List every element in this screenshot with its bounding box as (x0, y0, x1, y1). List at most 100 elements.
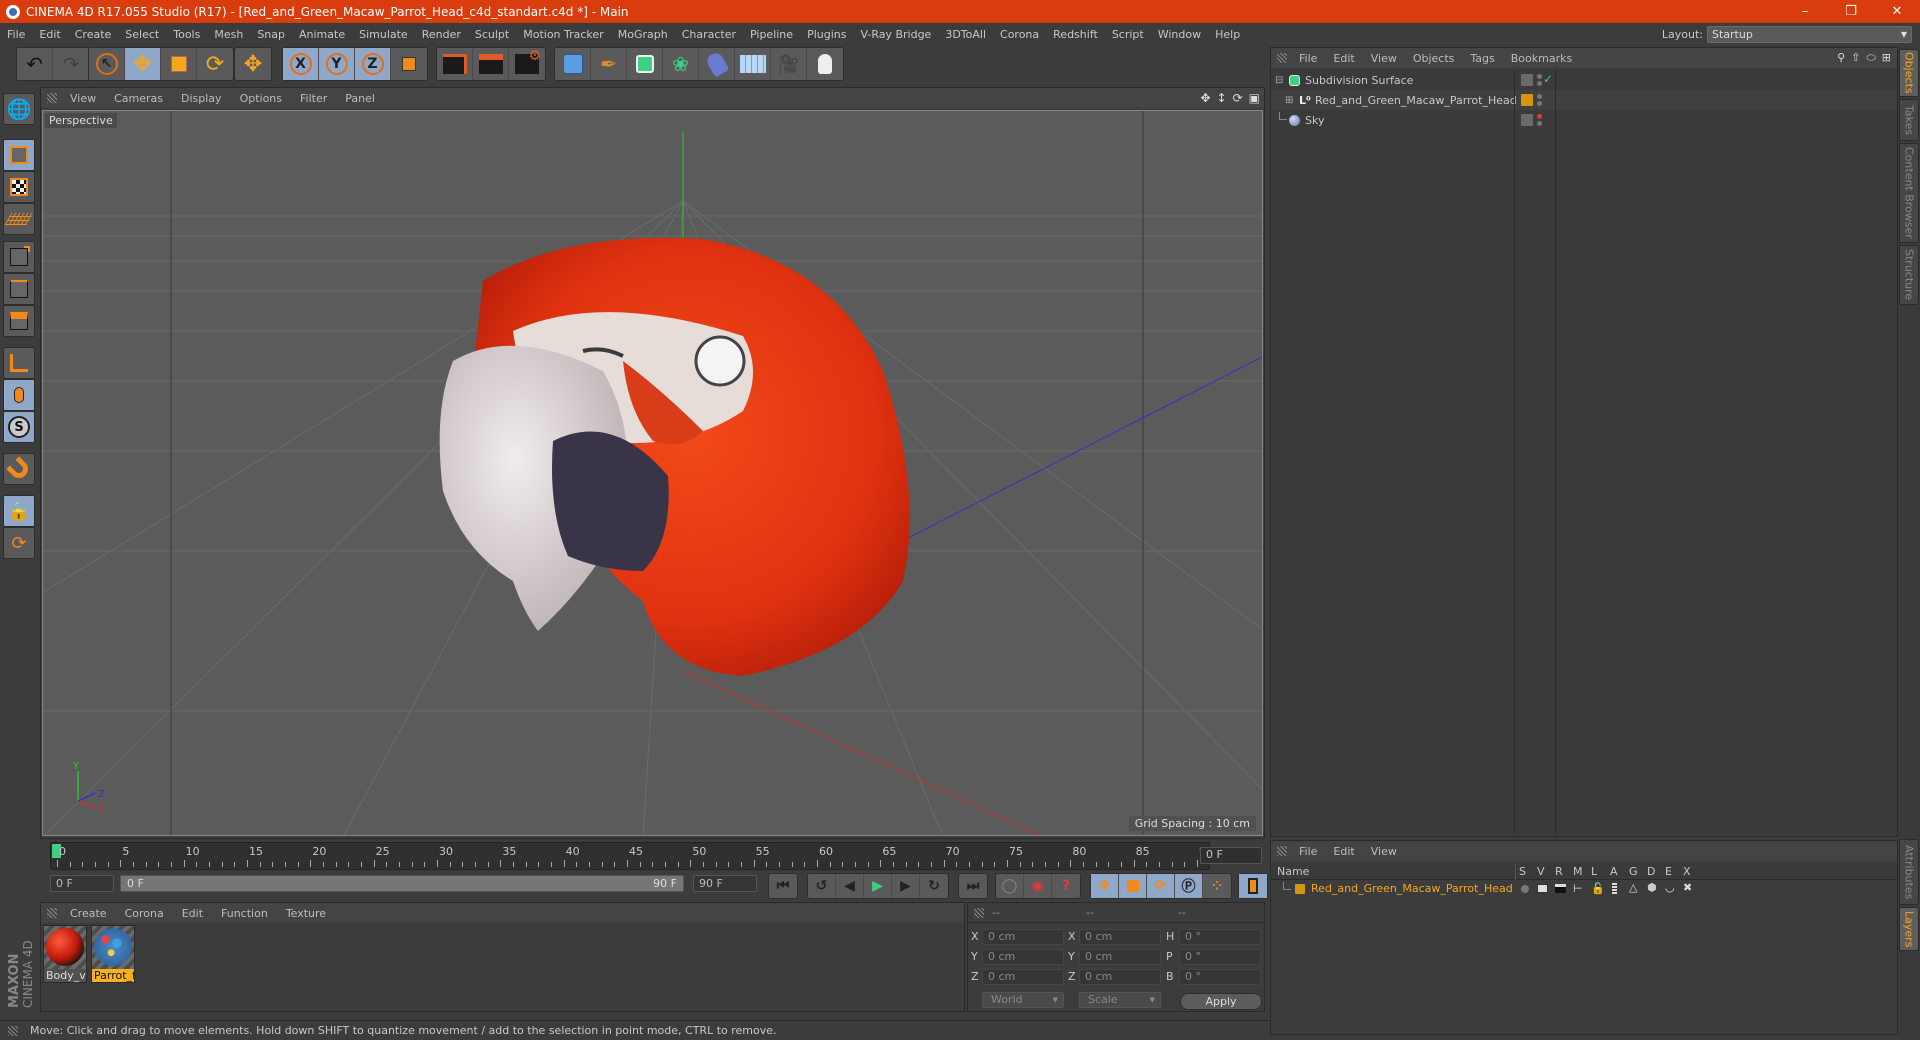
timeline-window-button[interactable] (1239, 874, 1267, 898)
tab-attributes[interactable]: Attributes (1899, 839, 1919, 905)
snapping-button[interactable] (3, 453, 35, 485)
object-name[interactable]: Sky (1305, 114, 1324, 127)
play-button[interactable]: ▶ (864, 874, 892, 898)
move-button[interactable]: ✥ (125, 48, 161, 80)
menu-file[interactable]: File (0, 28, 32, 41)
menu-mograph[interactable]: MoGraph (611, 28, 675, 41)
viewport-menu-view[interactable]: View (61, 92, 105, 105)
column-xref[interactable]: X (1683, 865, 1691, 878)
menu-character[interactable]: Character (675, 28, 743, 41)
menu-edit[interactable]: Edit (32, 28, 67, 41)
light-button[interactable] (807, 48, 843, 80)
visible-eye-icon[interactable] (1537, 884, 1548, 893)
menu-pipeline[interactable]: Pipeline (743, 28, 800, 41)
viewport-menu-cameras[interactable]: Cameras (105, 92, 172, 105)
eye-icon[interactable]: ⬭ (1866, 51, 1875, 65)
menu-corona[interactable]: Corona (993, 28, 1046, 41)
object-row[interactable]: Sky (1271, 110, 1897, 130)
layers-menu-view[interactable]: View (1363, 845, 1405, 858)
scale-key-button[interactable] (1119, 874, 1147, 898)
solo-mode-button[interactable]: S (3, 411, 35, 443)
column-visible[interactable]: V (1537, 865, 1545, 878)
cube-button[interactable] (555, 48, 591, 80)
previous-frame-button[interactable]: ◀ (836, 874, 864, 898)
menu-script[interactable]: Script (1105, 28, 1151, 41)
tab-takes[interactable]: Takes (1899, 99, 1919, 141)
material-menu-function[interactable]: Function (212, 907, 277, 920)
autokeying-button[interactable]: ◉ (1024, 874, 1052, 898)
menu-vray-bridge[interactable]: V-Ray Bridge (853, 28, 938, 41)
tab-layers[interactable]: Layers (1899, 907, 1919, 951)
tab-content-browser[interactable]: Content Browser (1899, 143, 1919, 243)
menu-create[interactable]: Create (68, 28, 119, 41)
render-view-button[interactable] (437, 48, 473, 80)
pos-x-field[interactable]: 0 cm (982, 929, 1064, 945)
panel-grip-icon[interactable] (1277, 53, 1287, 63)
expand-icon[interactable]: ⊞ (1285, 95, 1293, 106)
solo-toggle-icon[interactable] (1521, 885, 1529, 893)
parameter-key-button[interactable]: Ⓟ (1175, 874, 1203, 898)
column-name[interactable]: Name (1277, 865, 1309, 878)
expression-icon[interactable]: ◡ (1665, 881, 1675, 894)
close-button[interactable]: ✕ (1874, 4, 1920, 19)
pan-view-icon[interactable]: ✥ (1200, 91, 1210, 105)
3d-viewport[interactable]: Y X Z Perspective Grid Spacing : 10 cm (42, 110, 1263, 836)
menu-sculpt[interactable]: Sculpt (468, 28, 516, 41)
position-key-button[interactable]: ✥ (1091, 874, 1119, 898)
timeline-ruler[interactable]: 051015202530354045505560657075808590 (50, 842, 1213, 870)
start-frame-field[interactable]: 0 F (50, 875, 114, 892)
enable-axis-button[interactable] (3, 347, 35, 379)
menu-snap[interactable]: Snap (250, 28, 292, 41)
rot-h-field[interactable]: 0 ° (1179, 929, 1261, 945)
undo-button[interactable]: ↶ (17, 48, 53, 80)
material-menu-texture[interactable]: Texture (277, 907, 335, 920)
texture-mode-button[interactable] (3, 171, 35, 203)
home-icon[interactable]: ⇧ (1851, 51, 1860, 65)
render-visibility-dot[interactable] (1537, 81, 1542, 86)
locked-workplane-button[interactable]: 🔒 (3, 495, 35, 527)
menu-select[interactable]: Select (118, 28, 166, 41)
column-manager[interactable]: M (1573, 865, 1583, 878)
editor-visibility-dot[interactable] (1537, 94, 1542, 99)
planar-workplane-button[interactable]: ⟳ (3, 527, 35, 559)
pos-y-field[interactable]: 0 cm (982, 949, 1064, 965)
menu-animate[interactable]: Animate (292, 28, 352, 41)
current-frame-field[interactable]: 0 F (1200, 847, 1262, 864)
enabled-check-icon[interactable]: ✓ (1543, 72, 1553, 86)
menu-redshift[interactable]: Redshift (1046, 28, 1105, 41)
rot-b-field[interactable]: 0 ° (1179, 969, 1261, 985)
layer-name[interactable]: Red_and_Green_Macaw_Parrot_Head (1311, 882, 1513, 895)
polygons-mode-button[interactable] (3, 305, 35, 337)
go-to-start-button[interactable]: ⏮ (769, 874, 797, 898)
viewport-menu-display[interactable]: Display (172, 92, 231, 105)
material-swatch[interactable]: Parrot_f (91, 925, 135, 983)
objects-menu-edit[interactable]: Edit (1325, 52, 1362, 65)
render-visibility-dot[interactable] (1537, 121, 1542, 126)
points-mode-button[interactable] (3, 241, 35, 273)
minimize-button[interactable]: – (1782, 4, 1828, 19)
viewport-menu-options[interactable]: Options (231, 92, 291, 105)
column-solo[interactable]: S (1519, 865, 1526, 878)
camera-button[interactable]: 🎥 (771, 48, 807, 80)
record-active-objects-button[interactable]: ◯ (996, 874, 1024, 898)
object-name[interactable]: Subdivision Surface (1305, 74, 1413, 87)
frame-range-slider[interactable]: 0 F 90 F (120, 875, 684, 892)
x-axis-lock-button[interactable]: X (283, 48, 319, 80)
panel-grip-icon[interactable] (974, 907, 984, 918)
toggle-view-icon[interactable]: ▣ (1249, 91, 1260, 105)
deformer-button[interactable] (699, 48, 735, 80)
render-settings-button[interactable]: ⚙ (509, 48, 545, 80)
column-expressions[interactable]: E (1665, 865, 1672, 878)
column-generators[interactable]: G (1629, 865, 1638, 878)
menu-simulate[interactable]: Simulate (352, 28, 415, 41)
xref-icon[interactable]: ✖ (1683, 881, 1692, 894)
layers-menu-file[interactable]: File (1291, 845, 1325, 858)
animation-icon[interactable] (1612, 883, 1617, 894)
keyframe-selection-button[interactable]: ? (1052, 874, 1080, 898)
menu-motion-tracker[interactable]: Motion Tracker (516, 28, 610, 41)
tweak-mode-button[interactable] (3, 379, 35, 411)
column-animation[interactable]: A (1610, 865, 1618, 878)
workplane-mode-button[interactable] (3, 203, 35, 235)
rotate-button[interactable]: ⟳ (197, 48, 233, 80)
material-swatch[interactable]: Body_va (43, 925, 87, 983)
